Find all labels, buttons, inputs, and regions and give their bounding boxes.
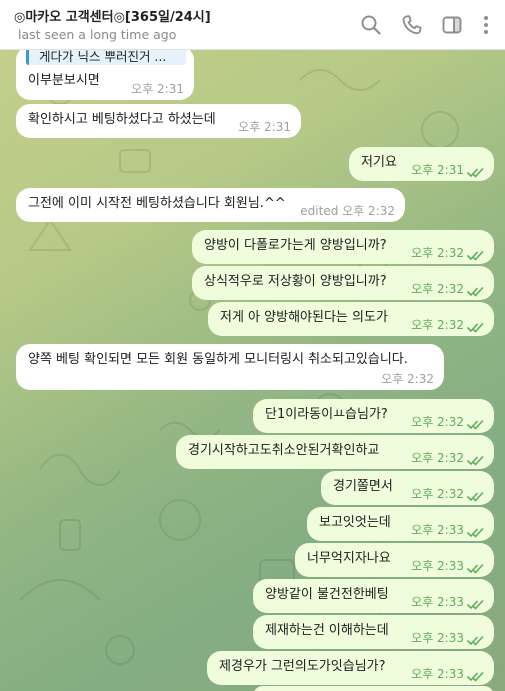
message-text: 상식적우로 저상황이 양방입니까? <box>204 274 387 289</box>
chat-status: last seen a long time ago <box>18 27 177 42</box>
message-out[interactable]: 상식적우로 저상황이 양방입니까? 오후 2:32 <box>192 266 494 300</box>
read-ticks-icon <box>467 562 485 574</box>
read-ticks-icon <box>467 490 485 502</box>
reply-quote[interactable]: 게다가 닉스 뿌러진거 ... <box>26 50 186 65</box>
message-time: 오후 2:32 <box>411 487 464 501</box>
message-out[interactable]: 저게 아 양방해야된다는 의도가 오후 2:32 <box>208 302 494 336</box>
message-time: 오후 2:31 <box>238 120 291 134</box>
message-in[interactable]: 게다가 닉스 뿌러진거 ... 이부분보시면 오후 2:31 <box>16 50 194 100</box>
message-out[interactable]: 제경우가 그런의도가잇습님가? 오후 2:33 <box>207 651 494 685</box>
message-out[interactable]: 저기요 오후 2:31 <box>349 147 494 181</box>
message-text: 양방이 다폴로가는게 양방입니까? <box>204 238 387 253</box>
message-text: 저기요 <box>361 155 397 170</box>
message-time: 오후 2:33 <box>411 595 464 609</box>
message-text: 보고잇엇는데 <box>319 515 391 530</box>
message-out[interactable]: 단1이라동이ㅛ습님가? 오후 2:32 <box>253 399 494 433</box>
message-in[interactable]: 확인하시고 베팅하셨다고 하셨는데 오후 2:31 <box>16 104 301 138</box>
message-in[interactable]: 그전에 이미 시작전 베팅하셨습니다 회원님.^^ edited 오후 2:32 <box>16 188 405 222</box>
read-ticks-icon <box>467 166 485 178</box>
message-time: 오후 2:33 <box>411 523 464 537</box>
message-text: 확인하시고 베팅하셨다고 하셨는데 <box>28 112 216 127</box>
message-out[interactable]: 너무억지자나요 오후 2:33 <box>295 543 494 577</box>
message-text: 제경우가 그런의도가잇습님가? <box>219 659 386 674</box>
message-text: 경기시작하고도취소안된거확인하교 <box>188 443 380 458</box>
sidebar-icon[interactable] <box>440 13 464 37</box>
more-icon[interactable] <box>474 13 498 37</box>
message-text: 경기쫄면서 <box>333 479 393 494</box>
read-ticks-icon <box>467 670 485 682</box>
message-text: 제재하는건 이해하는데 <box>265 623 389 638</box>
message-text: 단1이라동이ㅛ습님가? <box>265 407 388 422</box>
read-ticks-icon <box>467 526 485 538</box>
read-ticks-icon <box>467 321 485 333</box>
message-time: 오후 2:31 <box>411 163 464 177</box>
read-ticks-icon <box>467 598 485 610</box>
read-ticks-icon <box>467 418 485 430</box>
message-time: 오후 2:33 <box>411 667 464 681</box>
message-time: edited 오후 2:32 <box>300 204 395 218</box>
message-time: 오후 2:33 <box>411 559 464 573</box>
message-time: 오후 2:32 <box>411 318 464 332</box>
message-time: 오후 2:32 <box>411 415 464 429</box>
message-time: 오후 2:33 <box>411 631 464 645</box>
message-out[interactable]: 경기쫄면서 오후 2:32 <box>321 471 494 505</box>
chat-header: ◎마카오 고객센터◎[365일/24시] last seen a long ti… <box>0 0 505 50</box>
message-text: 양방같이 불건전한베팅 <box>265 587 389 602</box>
read-ticks-icon <box>467 634 485 646</box>
message-text: 이부분보시면 <box>28 73 100 88</box>
message-list[interactable]: 게다가 닉스 뿌러진거 ... 이부분보시면 오후 2:31 확인하시고 베팅하… <box>0 50 505 691</box>
message-time: 오후 2:32 <box>411 451 464 465</box>
read-ticks-icon <box>467 454 485 466</box>
message-time: 오후 2:32 <box>381 372 434 386</box>
chat-title[interactable]: ◎마카오 고객센터◎[365일/24시] <box>14 6 211 25</box>
search-icon[interactable] <box>359 13 383 37</box>
message-text: 양쪽 베팅 확인되면 모든 회원 동일하게 모니터링시 취소되고있습니다. <box>28 352 408 367</box>
message-out[interactable]: 양방같이 불건전한베팅 오후 2:33 <box>253 579 494 613</box>
read-ticks-icon <box>467 285 485 297</box>
message-out[interactable]: 보고잇엇는데 오후 2:33 <box>307 507 494 541</box>
message-out[interactable]: 경기시작하고도취소안된거확인하교 오후 2:32 <box>176 435 494 469</box>
message-out[interactable]: 양방이 다폴로가는게 양방입니까? 오후 2:32 <box>192 230 494 264</box>
message-time: 오후 2:32 <box>411 246 464 260</box>
message-text: 너무억지자나요 <box>307 551 391 566</box>
message-time: 오후 2:32 <box>411 282 464 296</box>
message-time: 오후 2:31 <box>131 82 184 96</box>
message-out[interactable]: 제재하는건 이해하는데 오후 2:33 <box>253 615 494 649</box>
read-ticks-icon <box>467 249 485 261</box>
phone-icon[interactable] <box>400 13 424 37</box>
message-out-partial[interactable] <box>253 686 494 691</box>
message-text: 저게 아 양방해야된다는 의도가 <box>220 310 388 325</box>
message-in[interactable]: 양쪽 베팅 확인되면 모든 회원 동일하게 모니터링시 취소되고있습니다. 오후… <box>16 344 444 390</box>
message-text: 그전에 이미 시작전 베팅하셨습니다 회원님.^^ <box>28 196 286 211</box>
